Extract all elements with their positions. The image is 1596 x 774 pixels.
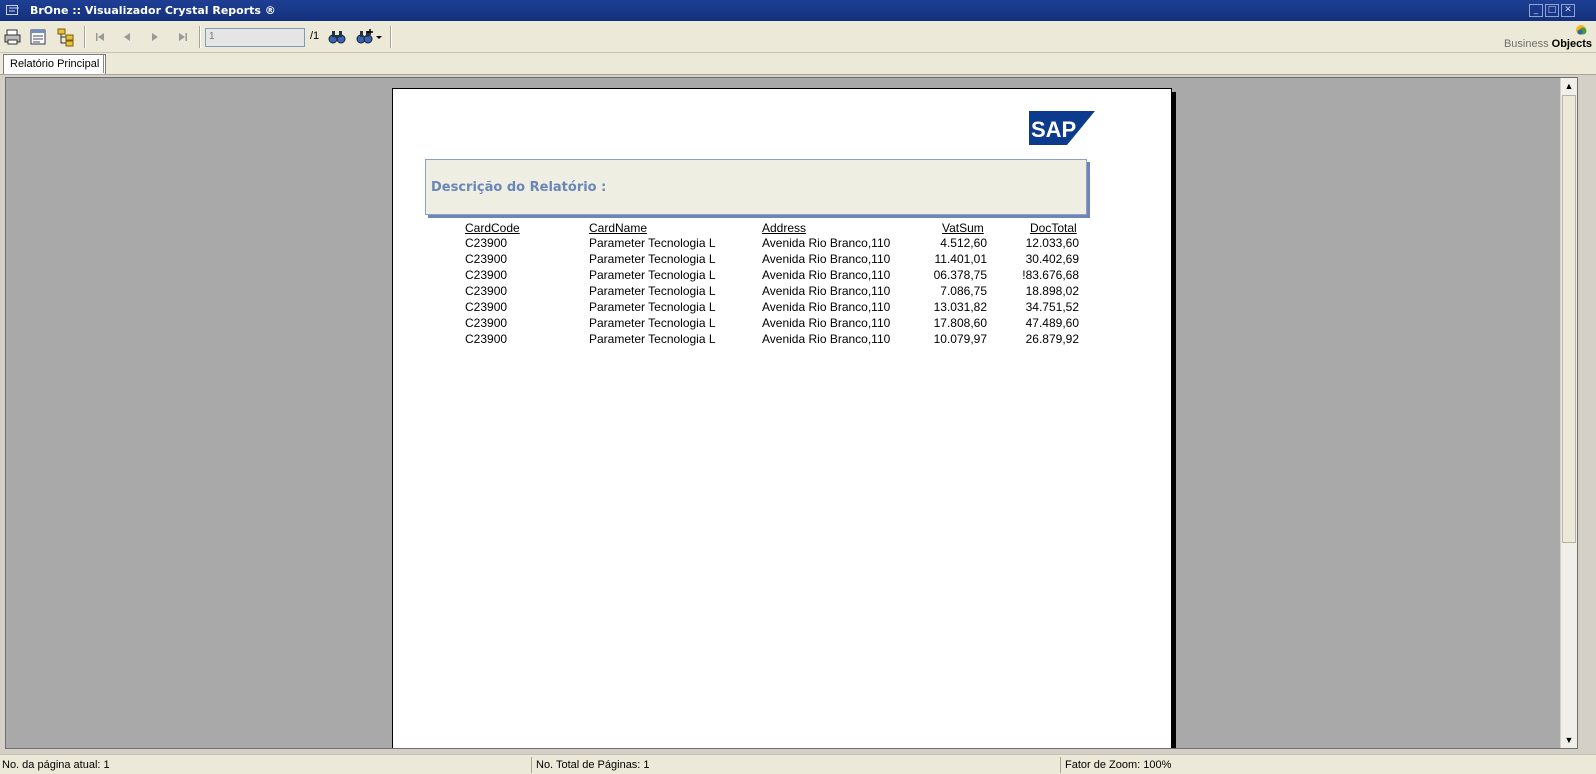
cell-cardname: Parameter Tecnologia L (589, 252, 716, 266)
cell-address: Avenida Rio Branco,110 (762, 332, 891, 346)
print-icon[interactable] (3, 27, 23, 47)
title-bar[interactable]: BrOne :: Visualizador Crystal Reports ® … (0, 0, 1596, 21)
cell-doctotal: 12.033,60 (1025, 236, 1079, 250)
cell-doctotal: 26.879,92 (1025, 332, 1079, 346)
cell-doctotal: 47.489,60 (1025, 316, 1079, 330)
first-page-icon[interactable] (90, 27, 110, 47)
cell-vatsum: 17.808,60 (933, 316, 987, 330)
next-page-icon[interactable] (145, 27, 165, 47)
scroll-down-icon[interactable]: ▼ (1561, 732, 1577, 748)
report-description-box: Descrição do Relatório : (425, 159, 1087, 215)
cell-address: Avenida Rio Branco,110 (762, 284, 891, 298)
status-total-pages: No. Total de Páginas: 1 (534, 757, 1061, 773)
business-objects-logo: Business Objects (1503, 38, 1592, 50)
cell-cardcode: C23900 (465, 300, 508, 314)
toolbar-separator (390, 26, 392, 48)
cell-cardname: Parameter Tecnologia L (589, 316, 716, 330)
tab-strip: Relatório Principal (0, 53, 1596, 75)
tab-separator (103, 55, 104, 73)
scrollbar-thumb[interactable] (1562, 95, 1576, 543)
column-header-cardname: CardName (589, 221, 648, 235)
chevron-down-icon[interactable] (374, 27, 384, 47)
page-total-label: /1 (310, 30, 320, 42)
cell-cardcode: C23900 (465, 316, 508, 330)
report-viewer: SAP Descrição do Relatório : CardCode Ca… (5, 77, 1578, 749)
cell-cardname: Parameter Tecnologia L (589, 268, 716, 282)
cell-cardcode: C23900 (465, 236, 508, 250)
status-current-page: No. da página atual: 1 (0, 757, 532, 773)
cell-address: Avenida Rio Branco,110 (762, 252, 891, 266)
report-page: SAP Descrição do Relatório : CardCode Ca… (392, 88, 1172, 748)
status-bar: No. da página atual: 1 No. Total de Pági… (0, 754, 1596, 774)
cell-vatsum: 10.079,97 (933, 332, 987, 346)
column-header-address: Address (762, 221, 807, 235)
cell-vatsum: 11.401,01 (934, 252, 988, 266)
cell-cardcode: C23900 (465, 284, 508, 298)
svg-text:SAP: SAP (1031, 117, 1076, 142)
cell-cardcode: C23900 (465, 252, 508, 266)
tab-main-report[interactable]: Relatório Principal (3, 54, 107, 74)
toolbar-separator (84, 26, 86, 48)
scroll-up-icon[interactable]: ▲ (1561, 78, 1577, 94)
sap-logo: SAP (1029, 111, 1095, 145)
column-header-vatsum: VatSum (942, 221, 984, 235)
toolbar: 1 /1 Business Objects (0, 21, 1596, 53)
search-icon[interactable] (327, 27, 347, 47)
cell-cardname: Parameter Tecnologia L (589, 300, 716, 314)
cell-address: Avenida Rio Branco,110 (762, 316, 891, 330)
cell-address: Avenida Rio Branco,110 (762, 236, 891, 250)
cell-vatsum: 13.031,82 (933, 300, 987, 314)
column-header-cardcode: CardCode (465, 221, 520, 235)
cell-doctotal: !83.676,68 (1022, 268, 1079, 282)
cell-vatsum: 06.378,75 (933, 268, 987, 282)
page-number-input[interactable]: 1 (205, 28, 305, 47)
export-icon[interactable] (28, 27, 48, 47)
window-title: BrOne :: Visualizador Crystal Reports ® (30, 4, 276, 17)
business-objects-logo-icon (1576, 25, 1587, 35)
report-description-label: Descrição do Relatório : (431, 180, 607, 195)
group-tree-icon[interactable] (56, 27, 76, 47)
close-button[interactable]: ✕ (1561, 4, 1575, 17)
last-page-icon[interactable] (173, 27, 193, 47)
cell-cardname: Parameter Tecnologia L (589, 332, 716, 346)
cell-address: Avenida Rio Branco,110 (762, 300, 891, 314)
cell-cardcode: C23900 (465, 332, 508, 346)
vertical-scrollbar[interactable]: ▲ ▼ (1560, 78, 1577, 748)
cell-doctotal: 18.898,02 (1025, 284, 1079, 298)
cell-doctotal: 30.402,69 (1025, 252, 1079, 266)
app-icon (6, 5, 19, 15)
maximize-button[interactable]: □ (1545, 4, 1559, 17)
cell-cardname: Parameter Tecnologia L (589, 236, 716, 250)
cell-doctotal: 34.751,52 (1025, 300, 1079, 314)
cell-cardcode: C23900 (465, 268, 508, 282)
cell-address: Avenida Rio Branco,110 (762, 268, 891, 282)
status-zoom: Fator de Zoom: 100% (1065, 759, 1172, 771)
column-header-doctotal: DocTotal (1030, 221, 1077, 235)
cell-vatsum: 4.512,60 (940, 236, 987, 250)
cell-cardname: Parameter Tecnologia L (589, 284, 716, 298)
cell-vatsum: 7.086,75 (940, 284, 987, 298)
zoom-icon[interactable] (355, 27, 375, 47)
toolbar-separator (199, 26, 201, 48)
previous-page-icon[interactable] (117, 27, 137, 47)
minimize-button[interactable]: _ (1529, 4, 1543, 17)
